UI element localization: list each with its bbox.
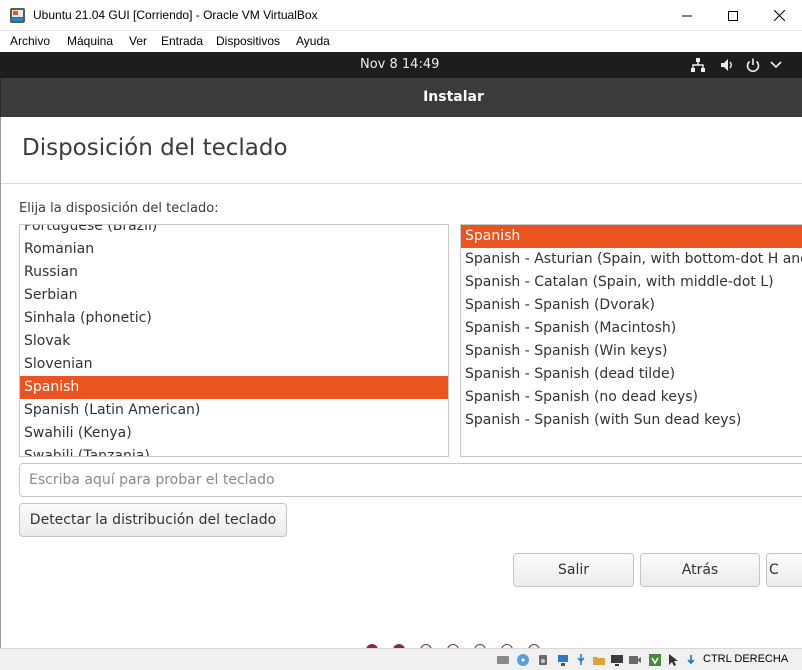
detect-layout-button[interactable]: Detectar la distribución del teclado [19,503,287,537]
keyboard-variant-list[interactable]: Spanish Spanish - Asturian (Spain, with … [460,224,802,457]
layout-item[interactable]: Serbian [20,284,448,307]
menu-ayuda[interactable]: Ayuda [296,34,330,48]
variant-item[interactable]: Spanish - Catalan (Spain, with middle-do… [461,271,802,294]
layout-item[interactable]: Slovak [20,330,448,353]
network-icon[interactable] [690,57,706,73]
layout-item-selected[interactable]: Spanish [20,376,448,399]
keyboard-layout-list[interactable]: Portuguese (Brazil) Romanian Russian Ser… [19,224,449,457]
clock[interactable]: Nov 8 14:49 [360,57,439,72]
variant-item[interactable]: Spanish - Spanish (Macintosh) [461,317,802,340]
layout-item[interactable]: Russian [20,261,448,284]
vbox-titlebar: Ubuntu 21.04 GUI [Corriendo] - Oracle VM… [0,0,802,31]
vt-x-icon[interactable] [648,653,662,667]
host-key-label: CTRL DERECHA [703,653,789,665]
layout-item[interactable]: Spanish (Latin American) [20,399,448,422]
chevron-down-icon[interactable] [770,60,782,70]
usb-icon[interactable] [574,653,588,667]
variant-item[interactable]: Spanish - Spanish (Dvorak) [461,294,802,317]
layout-item[interactable]: Slovenian [20,353,448,376]
layout-item[interactable]: Portuguese (Brazil) [20,225,448,238]
keyboard-test-input[interactable] [19,463,802,497]
variant-item[interactable]: Spanish - Spanish (no dead keys) [461,386,802,409]
installer-content: Disposición del teclado Elija la disposi… [0,117,802,670]
window-title: Ubuntu 21.04 GUI [Corriendo] - Oracle VM… [33,8,318,22]
close-icon [773,10,785,21]
variant-item[interactable]: Spanish - Asturian (Spain, with bottom-d… [461,248,802,271]
variant-item[interactable]: Spanish - Spanish (Win keys) [461,340,802,363]
layout-item[interactable]: Sinhala (phonetic) [20,307,448,330]
keyboard-capture-icon[interactable] [684,653,698,667]
power-icon[interactable] [745,57,761,73]
hard-disk-icon[interactable] [496,653,510,667]
continue-button-label: C [769,562,779,578]
optical-drive-icon[interactable] [516,653,530,667]
page-title: Disposición del teclado [22,135,288,161]
menu-ver[interactable]: Ver [129,34,147,48]
variant-item-selected[interactable]: Spanish [461,225,802,248]
menu-maquina[interactable]: Máquina [67,34,113,48]
quit-button[interactable]: Salir [513,553,634,587]
installer-title: Instalar [423,89,484,105]
gnome-topbar: Nov 8 14:49 [0,52,802,78]
keyboard-layout-list-inner: Portuguese (Brazil) Romanian Russian Ser… [20,225,448,456]
maximize-icon [728,10,738,21]
back-button[interactable]: Atrás [640,553,760,587]
keyboard-variant-list-inner: Spanish Spanish - Asturian (Spain, with … [461,225,802,432]
menu-dispositivos[interactable]: Dispositivos [216,34,280,48]
virtualbox-app-icon [10,8,25,23]
mouse-integration-icon[interactable] [666,653,680,667]
video-capture-icon[interactable] [628,653,642,667]
variant-item[interactable]: Spanish - Spanish (dead tilde) [461,363,802,386]
vbox-menubar: Archivo Máquina Ver Entrada Dispositivos… [0,31,802,52]
shared-folders-icon[interactable] [592,653,606,667]
layout-item[interactable]: Romanian [20,238,448,261]
vbox-statusbar: CTRL DERECHA [0,648,802,670]
volume-icon[interactable] [719,57,735,73]
display-icon[interactable] [610,653,624,667]
minimize-icon [682,15,692,16]
menu-archivo[interactable]: Archivo [10,34,50,48]
maximize-button[interactable] [710,0,756,31]
network-adapter-icon[interactable] [556,653,570,667]
menu-entrada[interactable]: Entrada [161,34,203,48]
close-button[interactable] [756,0,802,31]
divider [1,183,802,184]
installer-header: Instalar [0,78,802,117]
audio-icon[interactable] [536,653,550,667]
minimize-button[interactable] [664,0,710,31]
choose-layout-label: Elija la disposición del teclado: [19,201,219,216]
layout-item[interactable]: Swahili (Tanzania) [20,445,448,456]
continue-button[interactable]: C [766,553,802,587]
layout-item[interactable]: Swahili (Kenya) [20,422,448,445]
variant-item[interactable]: Spanish - Spanish (with Sun dead keys) [461,409,802,432]
